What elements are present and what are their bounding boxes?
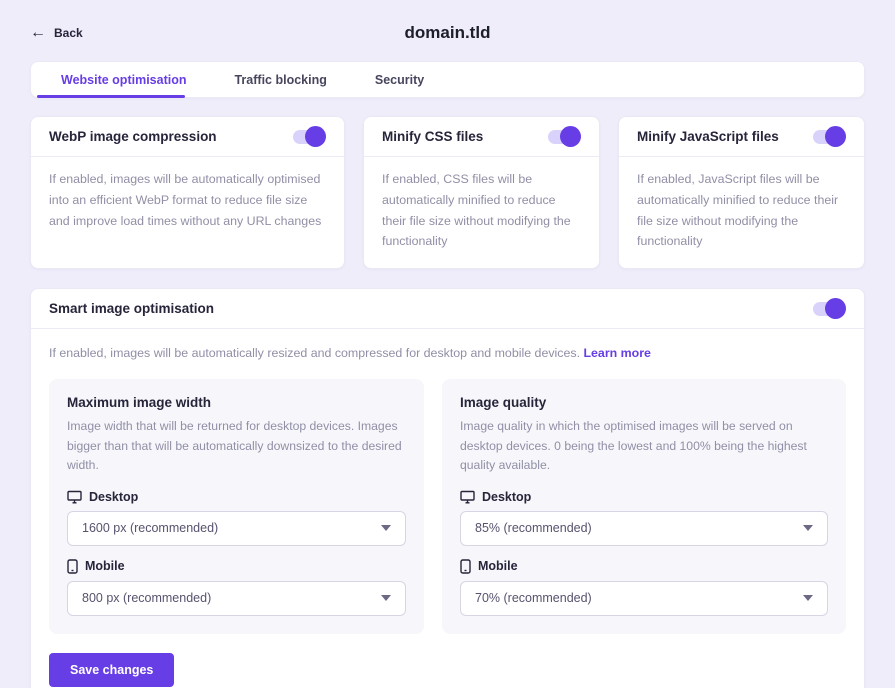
quality-desktop-select[interactable]: 85% (recommended) bbox=[460, 511, 828, 546]
panel-title: Maximum image width bbox=[67, 395, 406, 410]
save-changes-button[interactable]: Save changes bbox=[49, 653, 174, 687]
panel-maximum-image-width: Maximum image width Image width that wil… bbox=[49, 379, 424, 634]
smart-card-description-text: If enabled, images will be automatically… bbox=[49, 346, 580, 360]
card-description: If enabled, JavaScript files will be aut… bbox=[619, 157, 864, 268]
learn-more-link[interactable]: Learn more bbox=[583, 346, 650, 360]
max-width-desktop-select[interactable]: 1600 px (recommended) bbox=[67, 511, 406, 546]
settings-panels: Maximum image width Image width that wil… bbox=[49, 379, 846, 634]
card-minify-js: Minify JavaScript files If enabled, Java… bbox=[618, 116, 865, 269]
card-header: Minify CSS files bbox=[364, 117, 599, 157]
card-smart-image-optimisation: Smart image optimisation If enabled, ima… bbox=[30, 288, 865, 688]
panel-description: Image width that will be returned for de… bbox=[67, 417, 406, 476]
panel-image-quality: Image quality Image quality in which the… bbox=[442, 379, 846, 634]
smart-card-body: If enabled, images will be automatically… bbox=[31, 329, 864, 688]
tab-bar: Website optimisation Traffic blocking Se… bbox=[30, 61, 865, 98]
toggle-knob bbox=[305, 126, 326, 147]
desktop-icon bbox=[460, 490, 475, 504]
card-title: Minify JavaScript files bbox=[637, 129, 779, 144]
feature-cards-row: WebP image compression If enabled, image… bbox=[30, 116, 865, 269]
select-value: 800 px (recommended) bbox=[82, 591, 211, 605]
toggle-knob bbox=[825, 298, 846, 319]
toggle-knob bbox=[825, 126, 846, 147]
chevron-down-icon bbox=[803, 595, 813, 601]
card-header: Minify JavaScript files bbox=[619, 117, 864, 157]
smart-card-description: If enabled, images will be automatically… bbox=[49, 344, 846, 364]
desktop-field-label: Desktop bbox=[67, 490, 406, 504]
tab-traffic-blocking[interactable]: Traffic blocking bbox=[210, 73, 350, 87]
page-title: domain.tld bbox=[30, 23, 865, 43]
mobile-icon bbox=[67, 559, 78, 574]
max-width-mobile-select[interactable]: 800 px (recommended) bbox=[67, 581, 406, 616]
toggle-knob bbox=[560, 126, 581, 147]
field-label-text: Mobile bbox=[478, 559, 518, 573]
smart-card-header: Smart image optimisation bbox=[31, 289, 864, 329]
settings-page: ← Back domain.tld Website optimisation T… bbox=[0, 0, 895, 688]
page-header: ← Back domain.tld bbox=[30, 20, 865, 46]
card-minify-css: Minify CSS files If enabled, CSS files w… bbox=[363, 116, 600, 269]
panel-description: Image quality in which the optimised ima… bbox=[460, 417, 828, 476]
field-label-text: Desktop bbox=[482, 490, 531, 504]
mobile-field-label: Mobile bbox=[67, 559, 406, 574]
smart-image-optimisation-toggle[interactable] bbox=[813, 302, 843, 316]
mobile-field-label: Mobile bbox=[460, 559, 828, 574]
minify-js-toggle[interactable] bbox=[813, 130, 843, 144]
chevron-down-icon bbox=[381, 525, 391, 531]
card-description: If enabled, CSS files will be automatica… bbox=[364, 157, 599, 268]
select-value: 1600 px (recommended) bbox=[82, 521, 218, 535]
chevron-down-icon bbox=[381, 595, 391, 601]
quality-mobile-select[interactable]: 70% (recommended) bbox=[460, 581, 828, 616]
tab-website-optimisation[interactable]: Website optimisation bbox=[37, 73, 210, 87]
chevron-down-icon bbox=[803, 525, 813, 531]
webp-compression-toggle[interactable] bbox=[293, 130, 323, 144]
desktop-icon bbox=[67, 490, 82, 504]
panel-title: Image quality bbox=[460, 395, 828, 410]
select-value: 70% (recommended) bbox=[475, 591, 592, 605]
card-header: WebP image compression bbox=[31, 117, 344, 157]
select-value: 85% (recommended) bbox=[475, 521, 592, 535]
field-label-text: Mobile bbox=[85, 559, 125, 573]
active-tab-underline bbox=[37, 95, 185, 98]
mobile-icon bbox=[460, 559, 471, 574]
card-title: WebP image compression bbox=[49, 129, 217, 144]
card-title: Minify CSS files bbox=[382, 129, 483, 144]
card-webp-compression: WebP image compression If enabled, image… bbox=[30, 116, 345, 269]
tab-security[interactable]: Security bbox=[351, 73, 448, 87]
smart-card-title: Smart image optimisation bbox=[49, 301, 214, 316]
card-description: If enabled, images will be automatically… bbox=[31, 157, 344, 247]
field-label-text: Desktop bbox=[89, 490, 138, 504]
desktop-field-label: Desktop bbox=[460, 490, 828, 504]
minify-css-toggle[interactable] bbox=[548, 130, 578, 144]
